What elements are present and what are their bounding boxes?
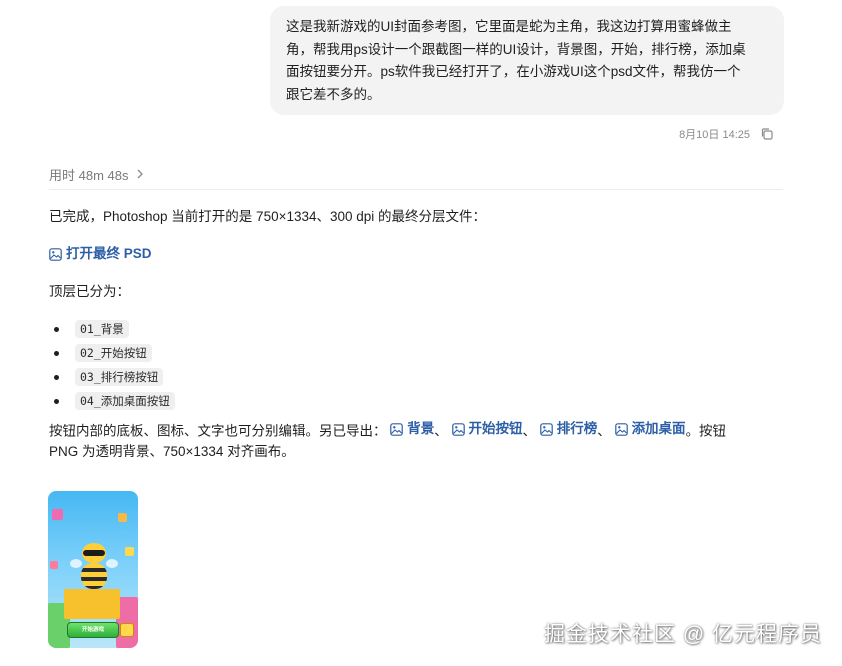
export-link-background[interactable]: 背景: [390, 418, 434, 440]
decor-cube: [118, 513, 127, 522]
bullet: [54, 398, 59, 404]
layer-name: 04_添加桌面按钮: [75, 392, 175, 410]
bee-wing: [106, 559, 118, 568]
bee-sunglasses: [83, 550, 105, 556]
bullet: [54, 374, 59, 380]
user-message-line: 面按钮要分开。ps软件我已经打开了，在小游戏UI这个psd文件，帮我仿一个: [286, 64, 741, 79]
image-file-icon: [539, 422, 553, 436]
decor-cube: [125, 547, 134, 556]
list-item: 04_添加桌面按钮: [54, 389, 175, 413]
decor-cube: [64, 589, 120, 619]
export-line: 按钮内部的底板、图标、文字也可分别编辑。另已导出： 背景 、 开始按钮 、 排行…: [49, 418, 726, 443]
export-link-leaderboard[interactable]: 排行榜: [539, 418, 598, 440]
thinking-toggle[interactable]: 用时 48m 48s: [49, 164, 144, 184]
decor-cube: [52, 509, 63, 520]
list-item: 02_开始按钮: [54, 341, 175, 365]
export-link-label: 添加桌面: [631, 421, 686, 436]
user-message-line: 这是我新游戏的UI封面参考图，它里面是蛇为主角，我这边打算用蜜蜂做主: [286, 19, 732, 34]
image-file-icon: [451, 422, 465, 436]
layers-list: 01_背景 02_开始按钮 03_排行榜按钮 04_添加桌面按钮: [54, 317, 175, 413]
image-file-icon: [49, 247, 62, 261]
separator: 、: [597, 423, 611, 439]
decor-cube: [50, 561, 58, 569]
export-line-2: PNG 为透明背景、750×1334 对齐画布。: [49, 444, 295, 459]
export-link-label: 开始按钮: [468, 421, 523, 436]
layers-heading: 顶层已分为：: [49, 284, 130, 299]
export-prefix: 按钮内部的底板、图标、文字也可分别编辑。另已导出：: [49, 423, 387, 439]
message-meta: 8月10日 14:25: [679, 126, 774, 142]
open-psd-row: 打开最终 PSD: [49, 243, 152, 268]
bullet: [54, 350, 59, 356]
separator: 、: [522, 423, 537, 439]
bee-character: [70, 539, 118, 589]
chevron-right-icon: [138, 169, 144, 179]
layer-name: 01_背景: [75, 320, 129, 338]
user-message-line: 角，帮我用ps设计一个跟截图一样的UI设计，背景图，开始，排行榜，添加桌: [286, 41, 746, 57]
game-cover-thumbnail[interactable]: 开始游戏: [48, 491, 138, 648]
copy-icon[interactable]: [760, 127, 774, 141]
export-link-label: 排行榜: [556, 421, 598, 436]
export-link-add-desktop[interactable]: 添加桌面: [614, 418, 686, 440]
export-link-start-button[interactable]: 开始按钮: [451, 418, 523, 440]
image-file-icon: [614, 422, 628, 436]
bullet: [54, 326, 59, 332]
thinking-label: 用时 48m 48s: [49, 167, 129, 183]
list-item: 03_排行榜按钮: [54, 365, 175, 389]
bee-body: [81, 563, 107, 589]
divider: [49, 189, 783, 190]
separator: 、: [434, 423, 448, 439]
layer-name: 03_排行榜按钮: [75, 368, 164, 386]
user-message-line: 跟它差不多的。: [286, 86, 381, 102]
image-file-icon: [390, 422, 404, 436]
list-item: 01_背景: [54, 317, 175, 341]
reply-intro: 已完成，Photoshop 当前打开的是 750×1334、300 dpi 的最…: [49, 209, 487, 224]
thumbnail-start-button: 开始游戏: [67, 622, 119, 638]
open-psd-link[interactable]: 打开最终 PSD: [49, 243, 152, 265]
export-suffix: 。按钮: [685, 423, 727, 439]
watermark: 掘金技术社区 @ 亿元程序员: [544, 623, 822, 646]
layer-name: 02_开始按钮: [75, 344, 152, 362]
user-message-bubble: 这是我新游戏的UI封面参考图，它里面是蛇为主角，我这边打算用蜜蜂做主 角，帮我用…: [270, 6, 784, 115]
export-link-label: 背景: [407, 421, 435, 436]
thumbnail-side-button: [120, 623, 134, 637]
open-psd-link-label: 打开最终 PSD: [66, 246, 152, 261]
message-timestamp: 8月10日 14:25: [679, 129, 750, 141]
bee-wing: [70, 559, 82, 568]
